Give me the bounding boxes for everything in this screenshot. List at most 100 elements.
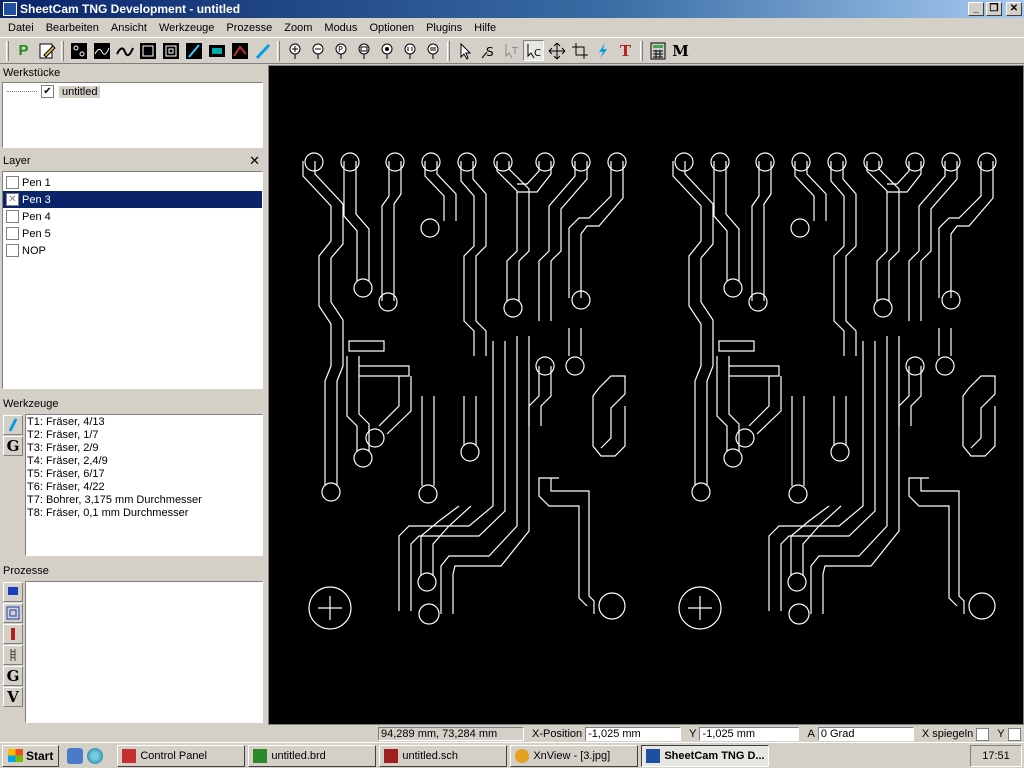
task-control-panel[interactable]: Control Panel: [117, 744, 246, 767]
tool-item[interactable]: T2: Fräser, 1/7: [27, 429, 261, 442]
layer-item-nop[interactable]: NOP: [3, 242, 262, 259]
waterjet-op-button[interactable]: [229, 40, 250, 61]
tool-item[interactable]: T8: Fräser, 0,1 mm Durchmesser: [27, 507, 261, 520]
zoom-all-button[interactable]: [399, 40, 420, 61]
toolbar-grip-4[interactable]: [447, 40, 450, 61]
tool-item[interactable]: T1: Fräser, 4/13: [27, 416, 261, 429]
menu-ansicht[interactable]: Ansicht: [105, 22, 153, 34]
tool-item[interactable]: T3: Fräser, 2/9: [27, 442, 261, 455]
layer-item-pen3[interactable]: ✕ Pen 3: [3, 191, 262, 208]
menu-plugins[interactable]: Plugins: [420, 22, 468, 34]
gcode-process-button[interactable]: G: [3, 666, 23, 686]
pocket-process-button[interactable]: [3, 603, 23, 623]
task-sheetcam[interactable]: SheetCam TNG D...: [641, 744, 770, 767]
post-processor-button[interactable]: P: [13, 40, 34, 61]
crop-button[interactable]: [569, 40, 590, 61]
clock[interactable]: 17:51: [982, 750, 1010, 762]
node-edit-button[interactable]: C: [523, 40, 544, 61]
tool-item[interactable]: T7: Bohrer, 3,175 mm Durchmesser: [27, 494, 261, 507]
profile-op-button[interactable]: [91, 40, 112, 61]
zoom-extents-button[interactable]: [376, 40, 397, 61]
move-button[interactable]: [546, 40, 567, 61]
workpiece-item[interactable]: ✔ untitled: [7, 85, 101, 98]
edit-notes-button[interactable]: [36, 40, 57, 61]
layer-checkbox[interactable]: [6, 176, 19, 189]
tool-item[interactable]: T6: Fräser, 4/22: [27, 481, 261, 494]
calculator-button[interactable]: [647, 40, 668, 61]
drill-op-button[interactable]: [68, 40, 89, 61]
toolbar-grip-3[interactable]: [277, 40, 280, 61]
toolbar: P P S T C T M: [0, 37, 1024, 64]
tab-button[interactable]: T: [500, 40, 521, 61]
layer-item-pen1[interactable]: Pen 1: [3, 174, 262, 191]
layer-checkbox[interactable]: [6, 227, 19, 240]
select-button[interactable]: [454, 40, 475, 61]
gcode-tool-button[interactable]: G: [3, 436, 23, 456]
pcb-drawing[interactable]: [269, 66, 1024, 726]
layer-checkbox[interactable]: [6, 210, 19, 223]
task-xnview[interactable]: XnView - [3.jpg]: [510, 744, 639, 767]
menu-zoom[interactable]: Zoom: [278, 22, 318, 34]
minimize-button[interactable]: _: [968, 2, 984, 16]
layer-list: Pen 1 ✕ Pen 3 Pen 4 Pen 5 NOP: [2, 171, 263, 389]
tool-item[interactable]: T4: Fräser, 2,4/9: [27, 455, 261, 468]
pocket-op-button[interactable]: [137, 40, 158, 61]
laser-icon: [208, 44, 225, 57]
angle-field[interactable]: 0 Grad: [817, 727, 914, 741]
vcarve-process-button[interactable]: V: [3, 687, 23, 707]
toolbar-grip[interactable]: [6, 40, 9, 61]
menu-modus[interactable]: Modus: [318, 22, 363, 34]
menu-optionen[interactable]: Optionen: [363, 22, 420, 34]
y-position-field[interactable]: -1,025 mm: [699, 727, 800, 741]
x-position-field[interactable]: -1,025 mm: [585, 727, 682, 741]
mirror-y-checkbox[interactable]: [1007, 727, 1021, 741]
workpiece-checkbox[interactable]: ✔: [41, 85, 54, 98]
drill-process-button[interactable]: [3, 624, 23, 644]
thread-process-button[interactable]: [3, 645, 23, 665]
menu-bar: Datei Bearbeiten Ansicht Werkzeuge Proze…: [0, 18, 1024, 37]
menu-hilfe[interactable]: Hilfe: [468, 22, 502, 34]
offset-op-button[interactable]: [160, 40, 181, 61]
menu-bearbeiten[interactable]: Bearbeiten: [40, 22, 105, 34]
engrave-op-button[interactable]: [114, 40, 135, 61]
zoom-part-icon: P: [335, 43, 346, 59]
menu-werkzeuge[interactable]: Werkzeuge: [153, 22, 220, 34]
cutter-op-button[interactable]: [252, 40, 273, 61]
start-point-button[interactable]: S: [477, 40, 498, 61]
workpiece-label[interactable]: untitled: [59, 85, 101, 98]
toolbar-grip-2[interactable]: [61, 40, 64, 61]
task-untitled-sch[interactable]: untitled.sch: [379, 744, 508, 767]
text-tool-button[interactable]: T: [615, 40, 636, 61]
mirror-x-checkbox[interactable]: [976, 727, 990, 741]
drawing-canvas[interactable]: [268, 65, 1024, 725]
start-button[interactable]: Start: [2, 744, 60, 767]
zoom-out-button[interactable]: [307, 40, 328, 61]
laser-op-button[interactable]: [206, 40, 227, 61]
layer-item-pen4[interactable]: Pen 4: [3, 208, 262, 225]
menu-datei[interactable]: Datei: [2, 22, 40, 34]
zoom-in-button[interactable]: [284, 40, 305, 61]
sheetcam-app-icon[interactable]: [3, 2, 17, 16]
task-untitled-brd[interactable]: untitled.brd: [248, 744, 377, 767]
show-desktop-icon[interactable]: [67, 747, 84, 764]
menu-prozesse[interactable]: Prozesse: [220, 22, 278, 34]
close-button[interactable]: ✕: [1006, 2, 1022, 16]
layer-panel-close-icon[interactable]: ✕: [249, 153, 260, 169]
layer-checkbox[interactable]: ✕: [6, 193, 19, 206]
plasma-op-button[interactable]: [183, 40, 204, 61]
sheetcam-app-icon: [646, 748, 661, 763]
tool-item[interactable]: T5: Fräser, 6/17: [27, 468, 261, 481]
zoom-window-button[interactable]: [353, 40, 374, 61]
toolbar-grip-5[interactable]: [640, 40, 643, 61]
layer-item-pen5[interactable]: Pen 5: [3, 225, 262, 242]
zoom-prev-button[interactable]: [422, 40, 443, 61]
path-button[interactable]: [592, 40, 613, 61]
zoom-part-button[interactable]: P: [330, 40, 351, 61]
restore-button[interactable]: ❐: [986, 2, 1002, 16]
browser-icon[interactable]: [87, 747, 104, 764]
new-tool-button[interactable]: [3, 415, 23, 435]
layer-checkbox[interactable]: [6, 244, 19, 257]
tools-side-toolbar: G: [2, 414, 24, 556]
macro-button[interactable]: M: [670, 40, 691, 61]
new-process-button[interactable]: [3, 582, 23, 602]
